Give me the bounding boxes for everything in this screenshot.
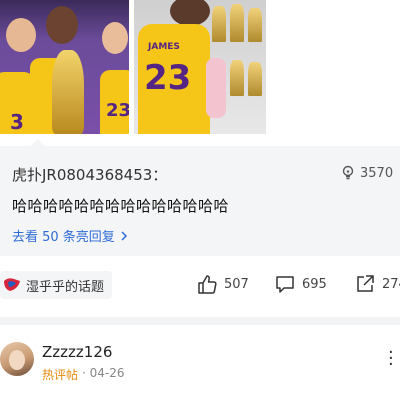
chevron-right-icon — [121, 230, 127, 241]
image-grid: 3 23 JAMES 23 — [0, 0, 400, 136]
topic-tag[interactable]: 湿乎乎的话题 — [0, 271, 113, 299]
photo-jersey-23[interactable]: JAMES 23 — [134, 0, 266, 134]
more-replies-link[interactable]: 去看 50 条亮回复 — [12, 226, 131, 245]
like-count: 507 — [224, 276, 249, 292]
topic-label: 湿乎乎的话题 — [26, 279, 105, 295]
like-button[interactable]: 507 — [196, 273, 249, 295]
comment-count: 695 — [302, 276, 327, 292]
more-vertical-icon[interactable]: · · · — [388, 344, 394, 374]
comment-username[interactable]: Zzzzz126 — [42, 343, 112, 361]
section-divider — [0, 317, 400, 325]
comment-icon — [276, 276, 294, 293]
thumbs-up-icon — [198, 275, 217, 294]
lightbulb-icon — [342, 165, 354, 180]
avatar[interactable] — [0, 342, 34, 376]
light-count-value: 3570 — [360, 165, 394, 181]
more-replies-label: 去看 50 条亮回复 — [12, 230, 115, 245]
reply-text: 哈哈哈哈哈哈哈哈哈哈哈哈哈哈 — [12, 197, 230, 215]
comment-meta: 热评帖 · 04-26 — [42, 366, 125, 383]
share-button[interactable]: 274 — [354, 273, 400, 295]
hot-badge: 热评帖 — [42, 368, 79, 382]
light-count[interactable]: 3570 — [340, 165, 393, 181]
reply-author[interactable]: 虎扑JR0804368453： — [12, 164, 167, 185]
topic-logo-icon — [4, 278, 20, 291]
photo-celebration[interactable]: 3 23 — [0, 0, 129, 134]
comment-button[interactable]: 695 — [274, 273, 327, 295]
share-icon — [357, 275, 374, 292]
comment-date: · 04-26 — [82, 366, 125, 380]
share-count: 274 — [382, 276, 400, 292]
